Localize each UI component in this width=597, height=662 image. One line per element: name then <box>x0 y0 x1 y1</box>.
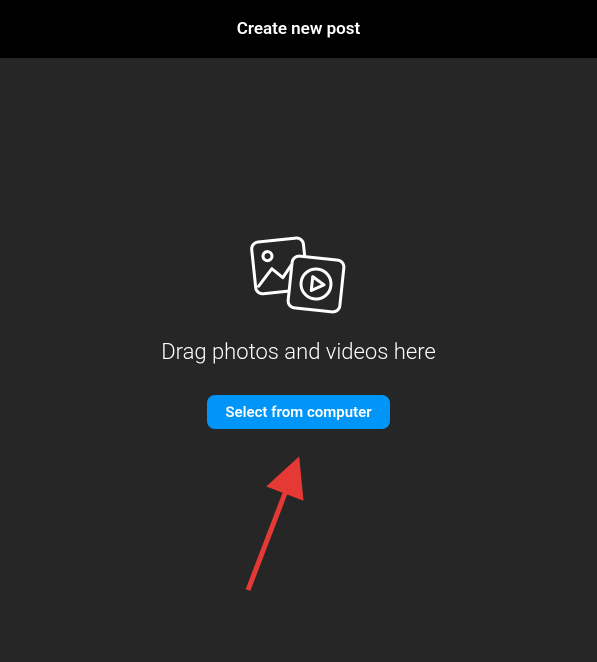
media-upload-icon <box>244 232 354 320</box>
modal-title: Create new post <box>237 19 361 39</box>
upload-area[interactable]: Drag photos and videos here Select from … <box>0 58 597 662</box>
drag-instruction-text: Drag photos and videos here <box>161 340 436 365</box>
select-from-computer-button[interactable]: Select from computer <box>207 395 389 429</box>
modal-header: Create new post <box>0 0 597 58</box>
